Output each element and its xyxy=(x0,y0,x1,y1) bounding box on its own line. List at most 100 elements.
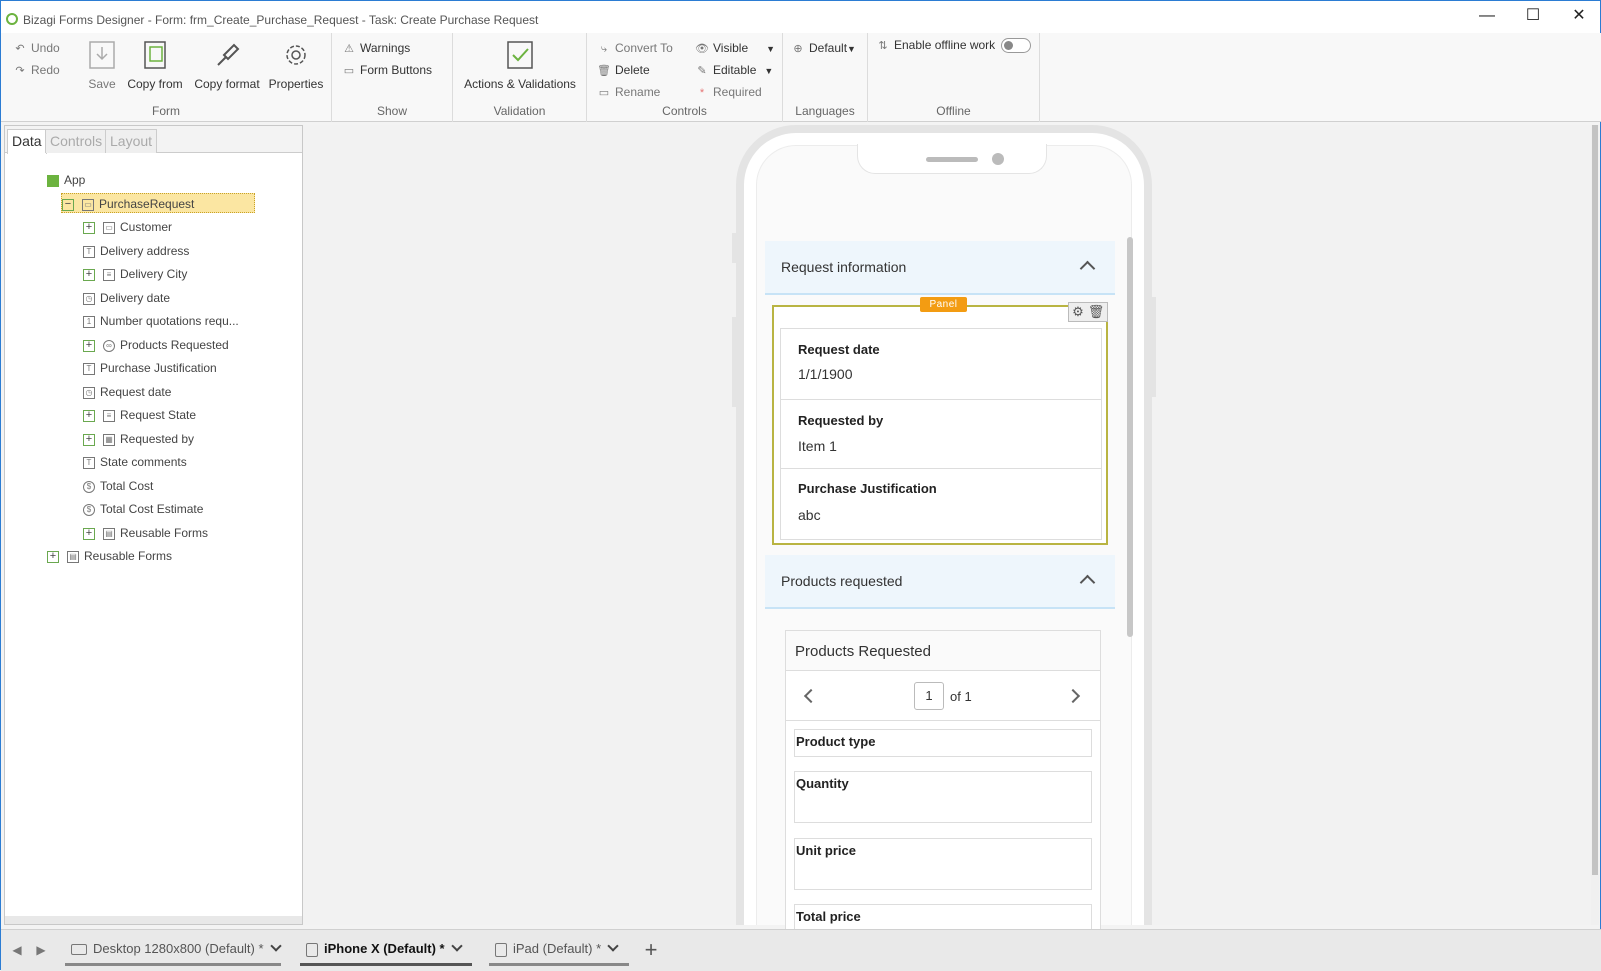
maximize-button[interactable]: ☐ xyxy=(1510,1,1556,33)
speaker-icon xyxy=(926,157,978,162)
properties-button[interactable]: Properties xyxy=(268,39,324,91)
chevron-down-icon[interactable] xyxy=(450,940,463,952)
grid-field-product-type[interactable]: Product type xyxy=(794,729,1092,757)
form-buttons-icon: ▭ xyxy=(343,65,355,77)
section-products-requested[interactable]: Products requested xyxy=(765,555,1115,609)
trash-icon[interactable]: 🗑 xyxy=(1087,303,1105,321)
expand-icon[interactable]: + xyxy=(83,433,95,446)
tree-item-requested-by[interactable]: + ▦ Requested by xyxy=(83,429,194,449)
tab-controls[interactable]: Controls xyxy=(45,129,108,153)
gear-icon[interactable]: ⚙ xyxy=(1069,303,1087,321)
field-requested-by[interactable]: Requested by Item 1 xyxy=(780,399,1102,469)
title-bar: Bizagi Forms Designer - Form: frm_Create… xyxy=(1,1,1600,33)
undo-button[interactable]: ↶ Undo xyxy=(13,38,59,58)
chevron-right-icon[interactable] xyxy=(1065,688,1081,704)
tree-item-number-quotations[interactable]: 1 Number quotations requ... xyxy=(83,311,239,331)
field-request-date[interactable]: Request date 1/1/1900 xyxy=(780,328,1102,400)
chevron-down-icon[interactable] xyxy=(269,940,282,952)
tab-iphone[interactable]: iPhone X (Default) * xyxy=(300,934,472,966)
convert-to-button[interactable]: ⤷ Convert To xyxy=(597,38,673,58)
tree-item-total-cost-estimate[interactable]: $ Total Cost Estimate xyxy=(83,499,203,519)
number-icon: 1 xyxy=(83,315,95,328)
tab-desktop[interactable]: Desktop 1280x800 (Default) * xyxy=(65,934,282,966)
copy-format-button[interactable]: Copy format xyxy=(193,39,261,91)
dropdown-arrow-icon: ▼ xyxy=(766,44,776,54)
minimize-button[interactable]: — xyxy=(1464,1,1510,33)
edit-icon: ✎ xyxy=(697,65,707,77)
tree-item-delivery-date[interactable]: ◷ Delivery date xyxy=(83,288,170,308)
tree-item-delivery-city[interactable]: + ≡ Delivery City xyxy=(83,264,187,284)
offline-toggle[interactable]: ⇅ Enable offline work xyxy=(876,35,1032,55)
tree-label: Reusable Forms xyxy=(84,549,173,563)
form-group-label: Form xyxy=(152,104,180,118)
chevron-up-icon[interactable] xyxy=(1079,260,1096,277)
tree-label: App xyxy=(64,173,86,187)
offline-group: ⇅ Enable offline work Offline xyxy=(868,33,1040,122)
form-scrollbar[interactable] xyxy=(1127,237,1133,637)
scrollbar-thumb[interactable] xyxy=(1592,125,1598,875)
expand-icon[interactable]: + xyxy=(83,409,95,422)
redo-button[interactable]: ↷ Redo xyxy=(13,60,59,80)
tab-layout[interactable]: Layout xyxy=(105,129,158,153)
tab-ipad[interactable]: iPad (Default) * xyxy=(489,934,629,966)
globe-icon: ⊕ xyxy=(793,43,803,55)
warning-icon: ⚠ xyxy=(344,43,354,55)
horizontal-scrollbar[interactable] xyxy=(5,916,302,924)
field-label: Request date xyxy=(798,342,880,357)
page-input[interactable]: 1 xyxy=(914,682,944,710)
actions-validations-button[interactable]: Actions & Validations xyxy=(461,39,579,91)
field-value: Item 1 xyxy=(798,438,837,454)
tree-item-app[interactable]: App xyxy=(47,170,85,190)
tree-item-state-comments[interactable]: T State comments xyxy=(83,452,187,472)
grid-field-quantity[interactable]: Quantity xyxy=(794,771,1092,823)
text-attribute-icon: T xyxy=(83,362,95,375)
chevron-up-icon[interactable] xyxy=(1079,574,1096,591)
collapse-icon[interactable]: − xyxy=(62,198,74,211)
app-window: Bizagi Forms Designer - Form: frm_Create… xyxy=(0,0,1601,971)
copy-from-button[interactable]: Copy from xyxy=(125,39,185,91)
form-group: ↶ Undo ↷ Redo Save Copy from Copy format P… xyxy=(1,33,332,122)
expand-icon[interactable]: + xyxy=(47,550,59,563)
expand-icon[interactable]: + xyxy=(83,221,95,234)
save-button[interactable]: Save xyxy=(87,39,117,91)
warnings-label: Warnings xyxy=(360,41,411,55)
tree-item-purchase-justification[interactable]: T Purchase Justification xyxy=(83,358,217,378)
expand-icon[interactable]: + xyxy=(83,527,95,540)
tab-data[interactable]: Data xyxy=(7,129,47,154)
section-request-information[interactable]: Request information xyxy=(765,241,1115,295)
tree-item-purchaserequest[interactable]: − ▭ PurchaseRequest xyxy=(61,193,256,213)
rename-button[interactable]: ▭ Rename xyxy=(597,82,661,102)
warnings-button[interactable]: ⚠ Warnings xyxy=(342,38,410,58)
tree-label: Request State xyxy=(120,408,197,422)
canvas-vertical-scrollbar[interactable] xyxy=(1591,125,1599,925)
chevron-left-icon[interactable]: ◀ xyxy=(9,940,25,960)
required-button[interactable]: * Required xyxy=(695,82,762,102)
chevron-down-icon[interactable] xyxy=(607,940,619,952)
rename-label: Rename xyxy=(615,85,661,99)
tree-item-reusable-forms[interactable]: + ▤ Reusable Forms xyxy=(47,546,172,566)
dropdown-arrow-icon: ▼ xyxy=(764,66,774,76)
expand-icon[interactable]: + xyxy=(83,339,95,352)
language-dropdown[interactable]: ⊕ Default▼ xyxy=(791,38,856,58)
expand-icon[interactable]: + xyxy=(83,268,95,281)
tree-item-request-state[interactable]: + ≡ Request State xyxy=(83,405,196,425)
tree-item-products-requested[interactable]: + ∞ Products Requested xyxy=(83,335,229,355)
chevron-right-icon[interactable]: ▶ xyxy=(33,940,49,960)
products-grid[interactable]: Products Requested 1 of 1 Product type Q… xyxy=(785,630,1101,944)
form-buttons-button[interactable]: ▭ Form Buttons xyxy=(342,60,432,80)
chevron-left-icon[interactable] xyxy=(803,688,819,704)
add-tab-button[interactable]: + xyxy=(635,936,667,966)
visible-dropdown[interactable]: 👁 Visible ▼ xyxy=(695,38,775,58)
delete-button[interactable]: 🗑 Delete xyxy=(597,60,650,80)
tree-item-total-cost[interactable]: $ Total Cost xyxy=(83,476,153,496)
panel-tag: Panel xyxy=(920,297,967,312)
grid-field-unit-price[interactable]: Unit price xyxy=(794,838,1092,890)
close-button[interactable]: ✕ xyxy=(1556,1,1601,33)
tree-item-request-date[interactable]: ◷ Request date xyxy=(83,382,171,402)
field-purchase-justification[interactable]: Purchase Justification abc xyxy=(780,468,1102,540)
tree-item-customer[interactable]: + ▭ Customer xyxy=(83,217,172,237)
editable-dropdown[interactable]: ✎ Editable ▼ xyxy=(695,60,773,80)
offline-switch[interactable] xyxy=(1001,38,1032,54)
tree-item-reusable-forms-child[interactable]: + ▤ Reusable Forms xyxy=(83,523,208,543)
tree-item-delivery-address[interactable]: T Delivery address xyxy=(83,241,189,261)
